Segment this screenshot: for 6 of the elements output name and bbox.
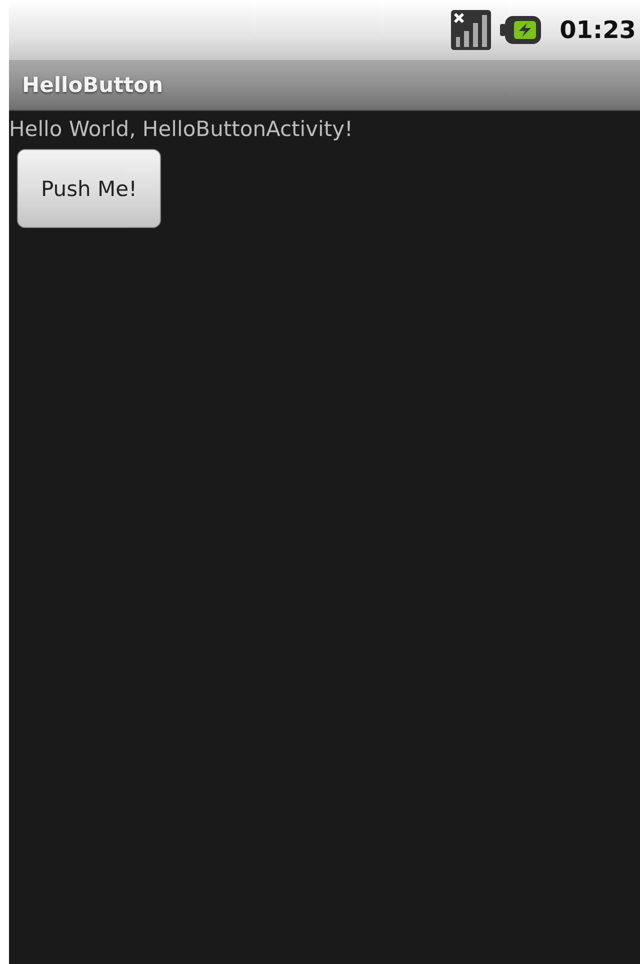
battery-charging-icon — [500, 14, 542, 46]
push-button[interactable]: Push Me! — [17, 149, 161, 228]
signal-icon — [450, 9, 492, 51]
app-title: HelloButton — [22, 73, 164, 97]
clock-time: 01:23 — [560, 16, 636, 44]
greeting-text: Hello World, HelloButtonActivity! — [9, 117, 353, 141]
